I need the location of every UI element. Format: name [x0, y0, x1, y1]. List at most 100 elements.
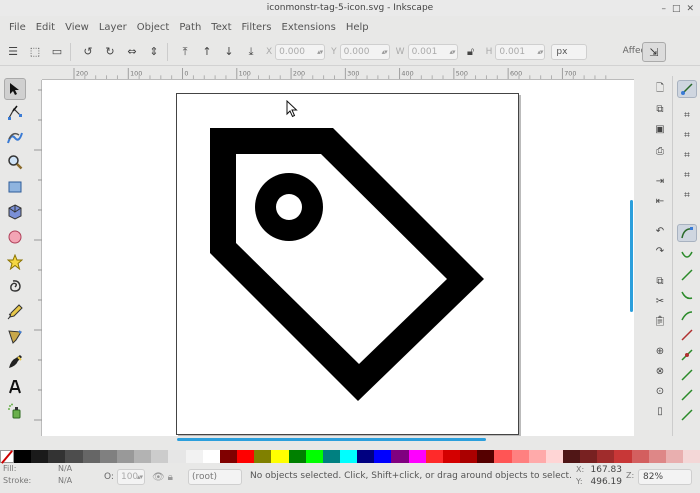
select-all-icon[interactable]: ☰ — [4, 43, 22, 61]
color-swatch[interactable] — [425, 450, 443, 463]
color-swatch[interactable] — [168, 450, 186, 463]
color-swatch[interactable] — [563, 450, 581, 463]
menu-path[interactable]: Path — [174, 22, 206, 33]
color-swatch[interactable] — [48, 450, 66, 463]
rotate-ccw-icon[interactable]: ↺ — [79, 43, 97, 61]
lower-to-bottom-icon[interactable]: ⤓ — [242, 43, 260, 61]
snap-smooth-nodes-icon[interactable] — [677, 306, 697, 324]
color-swatch[interactable] — [254, 450, 272, 463]
color-swatch[interactable] — [116, 450, 135, 463]
ellipse-tool-icon[interactable] — [4, 226, 26, 248]
color-swatch[interactable] — [683, 450, 700, 463]
document-page[interactable] — [176, 93, 519, 435]
snap-rotation-centers-icon[interactable] — [677, 366, 697, 384]
menu-filters[interactable]: Filters — [237, 22, 277, 33]
color-swatch[interactable] — [339, 450, 358, 463]
paste-icon[interactable]: 📋︎ — [650, 312, 670, 330]
color-swatch[interactable] — [31, 450, 49, 463]
new-document-icon[interactable]: 🗋︎ — [650, 80, 670, 98]
color-swatch[interactable] — [665, 450, 684, 463]
height-input[interactable]: 0.001 — [495, 43, 546, 60]
cut-icon[interactable]: ✂ — [650, 292, 670, 310]
color-swatch[interactable] — [237, 450, 255, 463]
snap-path-icon[interactable] — [677, 246, 697, 264]
pen-tool-icon[interactable] — [4, 326, 26, 348]
text-tool-icon[interactable] — [4, 376, 26, 398]
maximize-button[interactable]: □ — [672, 1, 681, 17]
menu-file[interactable]: File — [4, 22, 31, 33]
color-swatch[interactable] — [408, 450, 426, 463]
color-swatch[interactable] — [580, 450, 598, 463]
color-swatch[interactable] — [219, 450, 238, 463]
deselect-icon[interactable]: ▭ — [48, 43, 66, 61]
star-tool-icon[interactable] — [4, 251, 26, 273]
selector-tool-icon[interactable] — [4, 78, 26, 100]
color-swatch[interactable] — [65, 450, 83, 463]
snap-cusp-nodes-icon[interactable] — [677, 286, 697, 304]
import-icon[interactable]: ⇥ — [650, 172, 670, 190]
opacity-input[interactable]: 100 — [116, 469, 145, 485]
close-button[interactable]: ✕ — [686, 1, 694, 17]
flip-horizontal-icon[interactable]: ⇔ — [123, 43, 141, 61]
visibility-eye-icon[interactable]: 👁︎ — [152, 472, 165, 483]
rectangle-tool-icon[interactable] — [4, 176, 26, 198]
menu-extensions[interactable]: Extensions — [277, 22, 341, 33]
pencil-tool-icon[interactable] — [4, 301, 26, 323]
x-input[interactable]: 0.000 — [275, 43, 326, 60]
redo-icon[interactable]: ↷ — [650, 242, 670, 260]
export-icon[interactable]: ⇤ — [650, 192, 670, 210]
snap-nodes-icon[interactable] — [677, 224, 697, 242]
save-document-icon[interactable]: ▣ — [650, 120, 670, 138]
lock-ratio-icon[interactable]: 🔓︎ — [462, 43, 480, 61]
zoom-tool-icon[interactable] — [4, 151, 26, 173]
layer-select[interactable]: (root) — [188, 469, 242, 485]
color-swatch[interactable] — [631, 450, 649, 463]
snap-bbox-corner-icon[interactable]: ⌗ — [677, 146, 697, 164]
color-swatch[interactable] — [14, 450, 32, 463]
menu-view[interactable]: View — [60, 22, 94, 33]
print-icon[interactable]: ⎙ — [650, 142, 670, 160]
lower-icon[interactable]: ↓ — [220, 43, 238, 61]
color-swatch[interactable] — [442, 450, 461, 463]
color-swatch[interactable] — [460, 450, 478, 463]
snap-bbox-edge-icon[interactable]: ⌗ — [677, 126, 697, 144]
spray-tool-icon[interactable] — [4, 400, 26, 422]
3d-box-tool-icon[interactable] — [4, 201, 26, 223]
color-swatch[interactable] — [477, 450, 495, 463]
raise-icon[interactable]: ↑ — [198, 43, 216, 61]
menu-edit[interactable]: Edit — [31, 22, 60, 33]
color-swatch[interactable] — [374, 450, 392, 463]
duplicate-icon[interactable]: ▯ — [650, 402, 670, 420]
snap-page-border-icon[interactable] — [677, 386, 697, 404]
color-swatch[interactable] — [494, 450, 512, 463]
color-swatch[interactable] — [597, 450, 615, 463]
color-swatch[interactable] — [202, 450, 220, 463]
copy-icon[interactable]: ⧉ — [650, 272, 670, 290]
color-swatch[interactable] — [357, 450, 375, 463]
color-swatch[interactable] — [648, 450, 666, 463]
color-swatch[interactable] — [391, 450, 409, 463]
color-swatch[interactable] — [528, 450, 546, 463]
y-input[interactable]: 0.000 — [339, 43, 390, 60]
color-swatch[interactable] — [151, 450, 169, 463]
width-input[interactable]: 0.001 — [407, 43, 458, 60]
color-swatch[interactable] — [271, 450, 289, 463]
tag-icon-drawing[interactable] — [177, 94, 520, 436]
color-swatch[interactable] — [322, 450, 340, 463]
node-tool-icon[interactable] — [4, 102, 26, 124]
color-swatch[interactable] — [99, 450, 117, 463]
no-paint-swatch[interactable] — [0, 450, 14, 463]
lock-icon[interactable]: 🔒︎ — [168, 472, 173, 483]
rotate-cw-icon[interactable]: ↻ — [101, 43, 119, 61]
snap-line-midpoints-icon[interactable] — [677, 326, 697, 344]
zoom-input[interactable]: 82% — [638, 469, 692, 485]
spiral-tool-icon[interactable] — [4, 276, 26, 298]
undo-icon[interactable]: ↶ — [650, 222, 670, 240]
zoom-drawing-icon[interactable]: ⊗ — [650, 362, 670, 380]
color-swatch[interactable] — [511, 450, 529, 463]
snap-bbox-icon[interactable]: ⌗ — [677, 106, 697, 124]
snap-path-intersection-icon[interactable] — [677, 266, 697, 284]
flip-vertical-icon[interactable]: ⇕ — [145, 43, 163, 61]
color-swatch[interactable] — [614, 450, 632, 463]
snap-grid-icon[interactable] — [677, 406, 697, 424]
